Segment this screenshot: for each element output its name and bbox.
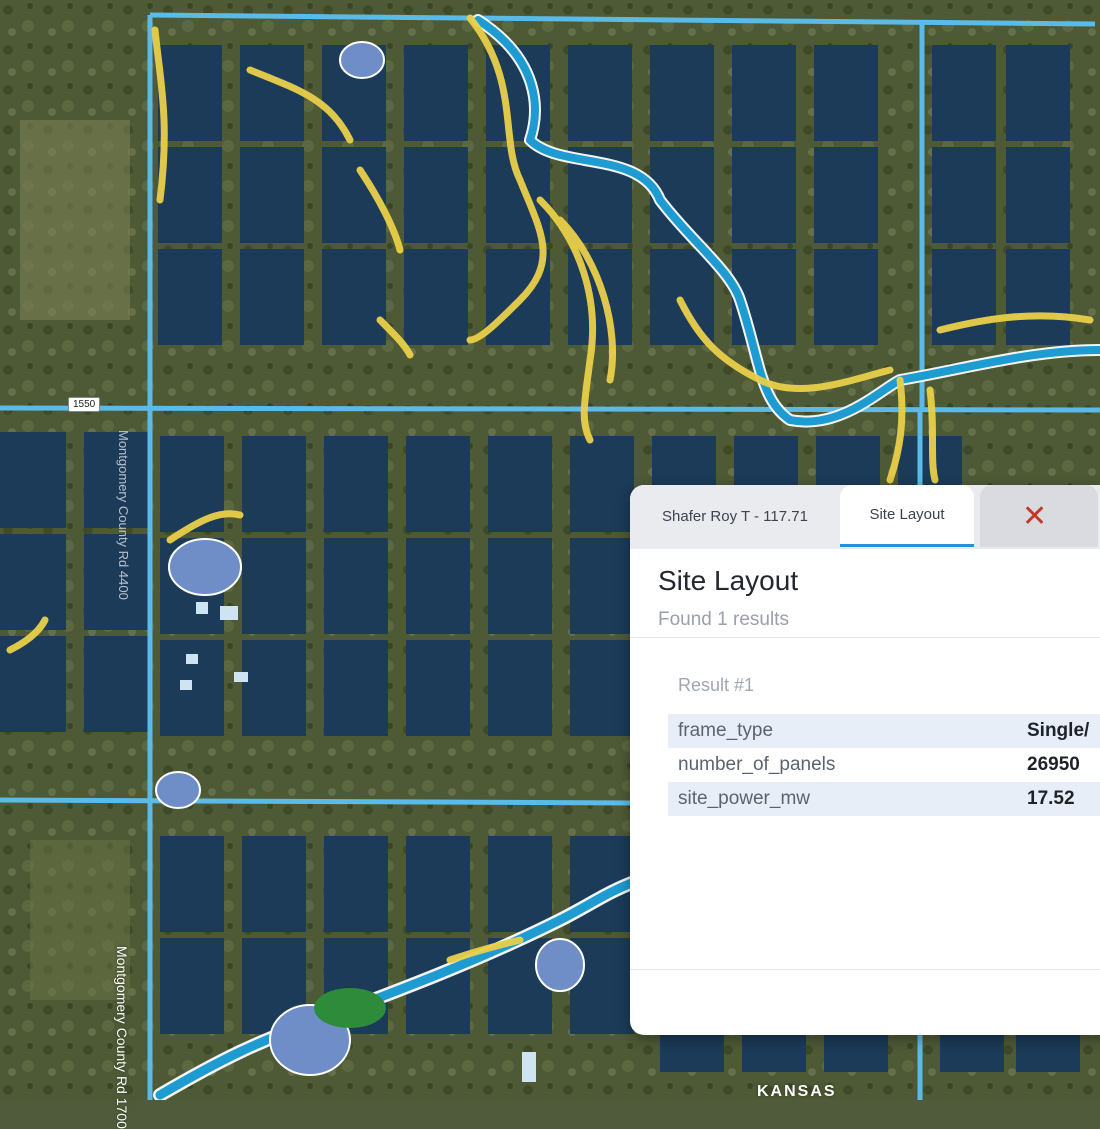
solar-panel-block [488,640,552,736]
row-value: 17.52 [1027,788,1075,809]
solar-panel-block [242,538,306,634]
solar-panel-block [324,436,388,532]
footer-divider [630,969,1100,970]
solar-panel-block [242,836,306,932]
solar-panel-block [488,538,552,634]
solar-panel-block [158,249,222,345]
solar-panel-block [406,836,470,932]
close-tab-button[interactable]: ✕ [980,485,1098,547]
solar-panel-block [324,538,388,634]
solar-panel-block [1006,249,1070,345]
site-layout-panel: Shafer Roy T - 117.71 Site Layout ✕ Site… [630,485,1100,1035]
solar-panel-block [240,45,304,141]
panel-tabs: Shafer Roy T - 117.71 Site Layout ✕ [630,485,1100,549]
divider [630,637,1100,638]
place-label: KANSAS [757,1083,837,1100]
solar-panel-block [814,147,878,243]
table-row: frame_type Single/ [668,714,1100,748]
solar-panel-block [242,640,306,736]
solar-panel-block [160,938,224,1034]
row-key: site_power_mw [678,788,810,809]
tab-site-layout[interactable]: Site Layout [840,485,974,547]
solar-panel-block [406,538,470,634]
table-row: site_power_mw 17.52 [668,782,1100,816]
solar-panel-block [488,836,552,932]
road-shield: 1550 [68,397,101,412]
solar-panel-block [732,147,796,243]
close-icon[interactable]: ✕ [1022,499,1047,534]
solar-panel-block [406,640,470,736]
solar-panel-block [650,249,714,345]
road-label: Montgomery County Rd 1700 [114,946,130,1129]
tab-parcel[interactable]: Shafer Roy T - 117.71 [630,485,840,547]
road-label-secondary: Montgomery County Rd 4400 [116,430,131,600]
solar-panel-block [404,249,468,345]
solar-panel-block [650,45,714,141]
solar-panel-block [488,436,552,532]
solar-panel-block [240,147,304,243]
solar-panel-block [814,45,878,141]
solar-panel-block [932,147,996,243]
solar-panel-block [84,636,150,732]
solar-panel-block [570,538,634,634]
solar-panel-block [1006,147,1070,243]
solar-panel-block [324,836,388,932]
solar-panel-block [240,249,304,345]
row-value: Single/ [1027,720,1090,741]
solar-panel-block [732,45,796,141]
row-key: number_of_panels [678,754,836,775]
row-value: 26950 [1027,754,1080,775]
solar-panel-block [932,45,996,141]
solar-panel-block [0,432,66,528]
open-field [20,120,130,320]
vegetation-patch [314,988,386,1028]
solar-panel-block [160,836,224,932]
solar-panel-block [404,45,468,141]
result-heading: Result #1 [678,675,755,695]
solar-panel-block [0,534,66,630]
solar-panel-block [814,249,878,345]
solar-panel-block [322,249,386,345]
solar-panel-block [242,436,306,532]
result-table: frame_type Single/ number_of_panels 2695… [668,714,1100,816]
table-row: number_of_panels 26950 [668,748,1100,782]
solar-panel-block [404,147,468,243]
solar-panel-block [1006,45,1070,141]
solar-panel-block [570,436,634,532]
solar-panel-block [568,45,632,141]
solar-panel-block [406,436,470,532]
results-count: Found 1 results [658,609,789,630]
solar-panel-block [158,147,222,243]
row-key: frame_type [678,720,774,741]
panel-title: Site Layout [658,565,799,596]
solar-panel-block [324,640,388,736]
solar-panel-block [570,640,634,736]
